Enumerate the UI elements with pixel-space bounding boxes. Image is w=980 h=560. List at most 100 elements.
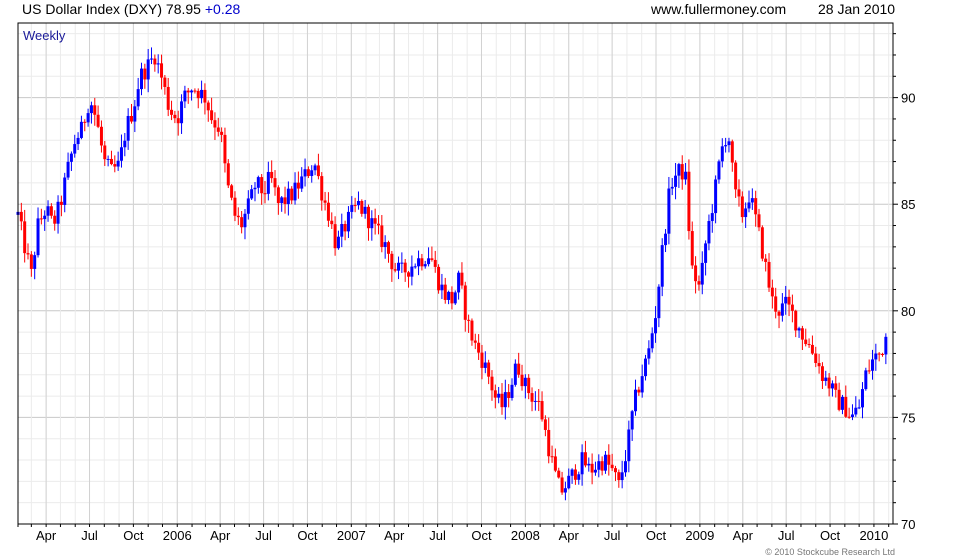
- x-tick-label: 2007: [337, 528, 366, 543]
- copyright-label: © 2010 Stockcube Research Ltd: [765, 547, 895, 557]
- x-tick-label: Apr: [36, 528, 57, 543]
- candle-body: [860, 389, 864, 408]
- candle-body: [857, 407, 861, 409]
- candle-body: [220, 131, 224, 135]
- candle-body: [210, 110, 214, 121]
- candle-body: [370, 218, 374, 229]
- candle-body: [26, 253, 30, 255]
- candle-body: [256, 177, 260, 188]
- candle-body: [246, 198, 250, 214]
- candle-body: [477, 342, 481, 353]
- candle-body: [760, 227, 764, 259]
- candle-body: [193, 90, 197, 92]
- candle-body: [393, 269, 397, 271]
- candle-body: [276, 187, 280, 204]
- candle-body: [557, 470, 561, 478]
- candle-body: [600, 461, 604, 471]
- candle-body: [59, 201, 63, 205]
- candle-body: [840, 396, 844, 410]
- candle-body: [567, 475, 571, 489]
- candle-body: [577, 474, 581, 480]
- candle-body: [787, 296, 791, 305]
- candle-body: [744, 208, 748, 218]
- candle-body: [280, 197, 284, 204]
- candle-body: [363, 206, 367, 214]
- candle-body: [290, 188, 294, 201]
- candle-body: [527, 377, 531, 394]
- candle-body: [794, 310, 798, 331]
- x-tick-label: Oct: [820, 528, 841, 543]
- candle-body: [216, 127, 220, 132]
- candle-body: [707, 221, 711, 244]
- candle-body: [103, 145, 107, 160]
- candle-body: [89, 105, 93, 114]
- candle-body: [730, 141, 734, 163]
- candle-body: [230, 185, 234, 198]
- candle-body: [450, 291, 454, 304]
- candle-body: [463, 285, 467, 320]
- candle-body: [286, 188, 290, 205]
- candle-body: [437, 266, 441, 291]
- candle-body: [770, 287, 774, 297]
- candle-body: [597, 461, 601, 470]
- candle-body: [146, 59, 150, 80]
- candle-body: [847, 416, 851, 418]
- candle-body: [607, 454, 611, 465]
- candle-body: [119, 147, 123, 161]
- candle-body: [440, 284, 444, 291]
- x-tick-label: 2006: [163, 528, 192, 543]
- candle-body: [630, 411, 634, 430]
- x-tick-label: Apr: [210, 528, 231, 543]
- candle-body: [320, 176, 324, 201]
- candle-body: [543, 419, 547, 430]
- candle-body: [83, 121, 87, 123]
- candle-body: [460, 272, 464, 286]
- candle-body: [650, 333, 654, 349]
- candle-body: [423, 264, 427, 267]
- candle-body: [243, 213, 247, 228]
- candle-body: [500, 393, 504, 408]
- candle-body: [340, 224, 344, 237]
- x-tick-label: Apr: [559, 528, 580, 543]
- candle-body: [153, 58, 157, 65]
- candle-body: [644, 358, 648, 377]
- candle-body: [236, 215, 240, 218]
- x-tick-label: 2008: [511, 528, 540, 543]
- candle-body: [563, 488, 567, 493]
- candle-body: [617, 472, 621, 481]
- candle-body: [206, 102, 210, 111]
- candle-body: [837, 389, 841, 410]
- candle-body: [470, 320, 474, 341]
- candle-body: [483, 362, 487, 368]
- period-label: Weekly: [23, 28, 66, 43]
- candle-body: [870, 359, 874, 371]
- candle-body: [520, 374, 524, 387]
- candle-body: [49, 206, 53, 216]
- candle-body: [73, 144, 77, 154]
- candle-body: [490, 376, 494, 391]
- candle-body: [634, 389, 638, 412]
- x-tick-label: 2010: [859, 528, 888, 543]
- candle-body: [610, 464, 614, 469]
- candle-body: [627, 429, 631, 462]
- candle-body: [19, 211, 23, 222]
- candle-body: [453, 292, 457, 304]
- candle-body: [647, 348, 651, 359]
- candle-body: [720, 146, 724, 162]
- x-tick-label: Jul: [778, 528, 795, 543]
- candle-body: [410, 266, 414, 277]
- candle-body: [366, 206, 370, 229]
- candle-body: [740, 196, 744, 218]
- x-tick-label: Oct: [646, 528, 667, 543]
- candle-body: [530, 393, 534, 402]
- candle-body: [376, 223, 380, 226]
- candle-body: [550, 456, 554, 458]
- price-chart: Weekly 70 75 80 85 90 Apr Jul Oct 2006 Apr Jul Oct…: [16, 22, 915, 557]
- candle-body: [190, 90, 194, 93]
- candle-body: [203, 89, 207, 103]
- candle-body: [881, 354, 885, 356]
- candle-body: [326, 202, 330, 221]
- candle-body: [150, 58, 154, 60]
- candle-body: [196, 90, 200, 99]
- x-tick-label: Jul: [429, 528, 446, 543]
